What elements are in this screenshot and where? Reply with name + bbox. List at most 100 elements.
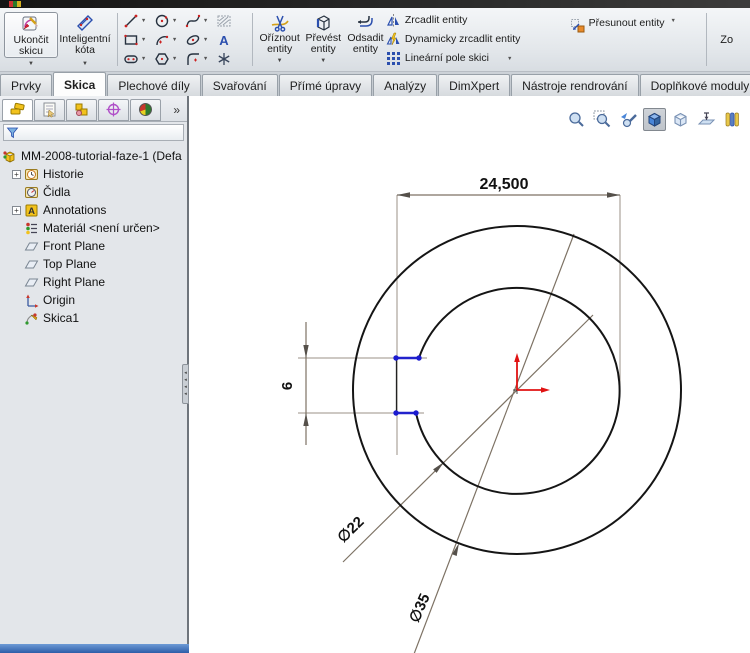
chevron-down-icon[interactable]: ▼ [172, 37, 177, 43]
chevron-down-icon[interactable]: ▼ [82, 61, 88, 67]
tab-analyzy[interactable]: Analýzy [373, 74, 438, 96]
chevron-down-icon[interactable]: ▼ [172, 56, 177, 62]
tree-item-right-plane[interactable]: Right Plane [2, 273, 187, 291]
exit-sketch-button[interactable]: Ukončit skicu ▼ [4, 10, 58, 69]
tree-item-top-plane[interactable]: Top Plane [2, 255, 187, 273]
chevron-down-icon[interactable]: ▼ [507, 56, 512, 62]
tab-svarovani[interactable]: Svařování [201, 74, 278, 96]
dimension-outer-diameter[interactable]: ∅35 [406, 233, 575, 653]
sketch-point[interactable] [393, 355, 399, 361]
ellipse-tool-button[interactable]: ▼ [185, 31, 216, 49]
chevron-down-icon[interactable]: ▼ [203, 56, 208, 62]
smart-dimension-button[interactable]: Inteligentní kóta ▼ [58, 10, 112, 69]
tab-prime-upravy[interactable]: Přímé úpravy [278, 74, 373, 96]
tree-root-part[interactable]: MM-2008-tutorial-faze-1 (Defa [2, 147, 187, 165]
history-icon [25, 168, 38, 180]
sensors-icon [25, 186, 38, 198]
origin-y-arrow [514, 353, 520, 362]
tree-item-historie[interactable]: + Historie [2, 165, 187, 183]
dynamic-mirror-button[interactable]: Dynamicky zrcadlit entity [386, 31, 570, 48]
sketch-point[interactable] [416, 355, 422, 361]
linear-sketch-pattern-button[interactable]: Lineární pole skici ▼ [386, 50, 570, 67]
tab-prvky[interactable]: Prvky [0, 74, 52, 96]
trim-label-2: entity [267, 43, 293, 55]
chevron-down-icon[interactable]: ▼ [28, 61, 34, 67]
tree-item-material[interactable]: Materiál <není určen> [2, 219, 187, 237]
tree-item-label: Front Plane [43, 239, 106, 253]
dimension-keyway-text[interactable]: 6 [279, 382, 296, 390]
mirror-entities-button[interactable]: Zrcadlit entity [386, 12, 570, 29]
plane-icon [24, 242, 39, 250]
move-entities-label: Přesunout entity [588, 17, 665, 29]
chevron-down-icon[interactable]: ▼ [277, 58, 283, 64]
text-tool-button[interactable]: A [216, 31, 247, 49]
tree-root-label: MM-2008-tutorial-faze-1 (Defa [21, 149, 182, 163]
configurationmanager-tab[interactable] [66, 98, 97, 121]
offset-entities-button[interactable]: Odsadit entity [345, 10, 386, 69]
tab-plechove-dily[interactable]: Plechové díly [107, 74, 201, 96]
circle-tool-button[interactable]: ▼ [154, 12, 185, 30]
trim-entities-button[interactable]: Oříznout entity ▼ [258, 10, 302, 69]
tab-nastroje-rendrovani[interactable]: Nástroje rendrování [511, 74, 639, 96]
expand-icon[interactable]: + [12, 169, 21, 179]
dimxpertmanager-tab[interactable] [98, 98, 129, 121]
dimension-width[interactable]: 24,500 [397, 176, 620, 198]
chevron-down-icon[interactable]: ▼ [141, 37, 146, 43]
sketch-point[interactable] [413, 410, 419, 416]
chevron-down-icon[interactable]: ▼ [203, 37, 208, 43]
point-tool-button[interactable] [216, 50, 247, 68]
move-entities-button[interactable]: Přesunout entity ▼ [570, 10, 702, 69]
chevron-down-icon[interactable]: ▼ [141, 56, 146, 62]
convert-entities-button[interactable]: Převést entity ▼ [301, 10, 345, 69]
rectangle-icon [124, 34, 138, 45]
chevron-down-icon[interactable]: ▼ [203, 18, 208, 24]
rectangle-tool-button[interactable]: ▼ [123, 31, 154, 49]
chevron-down-icon[interactable]: ▼ [320, 58, 326, 64]
inner-circle-arc[interactable] [415, 286, 621, 495]
tree-item-skica1[interactable]: Skica1 [2, 309, 187, 327]
graphics-viewport[interactable]: 24,500 6 ∅22 ∅35 [189, 96, 750, 653]
spline-tool-button[interactable]: ▼ [185, 12, 216, 30]
fillet-tool-button[interactable]: ▼ [185, 50, 216, 68]
tab-skica[interactable]: Skica [53, 72, 107, 96]
configurationmanager-icon [75, 103, 88, 116]
commandmanager-tabbar: Prvky Skica Plechové díly Svařování Přím… [0, 72, 750, 96]
featuremanager-tab[interactable] [2, 98, 33, 121]
tab-dimxpert[interactable]: DimXpert [438, 74, 511, 96]
tree-item-front-plane[interactable]: Front Plane [2, 237, 187, 255]
tab-doplnkove-moduly[interactable]: Doplňkové moduly SOLIDWO [639, 74, 750, 96]
tree-item-cidla[interactable]: Čidla [2, 183, 187, 201]
hatch-tool-button[interactable] [216, 12, 247, 30]
displaymanager-tab[interactable] [130, 98, 161, 121]
dimension-width-text[interactable]: 24,500 [480, 176, 529, 193]
convert-label-2: entity [310, 43, 336, 55]
sketch-canvas[interactable]: 24,500 6 ∅22 ∅35 [189, 96, 748, 653]
panel-tabs-overflow-button[interactable]: » [168, 103, 185, 117]
linear-pattern-icon [386, 52, 400, 65]
polygon-tool-button[interactable]: ▼ [154, 50, 185, 68]
propertymanager-tab[interactable] [34, 98, 65, 121]
hatch-icon [217, 15, 231, 26]
smart-dimension-box[interactable]: Inteligentní kóta [58, 12, 112, 58]
dimension-outer-text[interactable]: ∅35 [406, 591, 434, 625]
slot-tool-button[interactable]: ▼ [123, 50, 154, 68]
sketch-point[interactable] [393, 410, 399, 416]
scissors-icon [271, 15, 289, 32]
tree-item-origin[interactable]: Origin [2, 291, 187, 309]
panel-splitter-handle[interactable]: ◂ ◂ ◂ ◂ [182, 364, 189, 404]
tree-filter-field[interactable] [3, 124, 184, 141]
line-tool-button[interactable]: ▼ [123, 12, 154, 30]
tree-item-annotations[interactable]: + A Annotations [2, 201, 187, 219]
arc-tool-button[interactable]: ▼ [154, 31, 185, 49]
exit-sketch-box[interactable]: Ukončit skicu [4, 12, 58, 58]
chevron-down-icon[interactable]: ▼ [141, 18, 146, 24]
circle-icon [155, 14, 169, 27]
dimension-inner-text[interactable]: ∅22 [334, 513, 367, 546]
expand-icon[interactable]: + [12, 205, 21, 215]
dimension-keyway-height[interactable]: 6 [279, 322, 309, 445]
chevron-down-icon[interactable]: ▼ [172, 18, 177, 24]
tree-item-label: Skica1 [43, 311, 80, 325]
tree-item-label: Čidla [43, 185, 71, 199]
chevron-down-icon[interactable]: ▼ [671, 18, 676, 24]
ribbon-toolbar: Ukončit skicu ▼ Inteligentní kóta ▼ ▼ ▼ … [0, 8, 750, 72]
